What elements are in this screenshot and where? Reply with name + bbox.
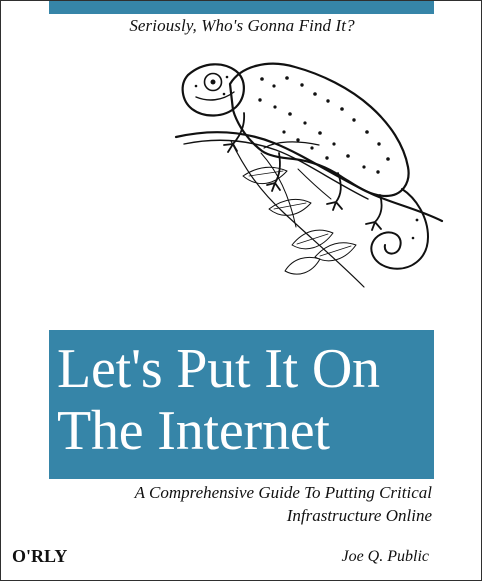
title-line-2: The Internet [57,400,330,462]
author-name: Joe Q. Public [341,548,429,565]
subtitle: A Comprehensive Guide To Putting Critica… [72,481,432,527]
title-block: Let's Put It On The Internet [49,330,434,479]
top-accent-bar [49,1,434,14]
subtitle-line-1: A Comprehensive Guide To Putting Critica… [134,483,432,502]
book-cover: Seriously, Who's Gonna Find It? Let's Pu… [0,0,482,581]
title-line-1: Let's Put It On [57,338,380,400]
chameleon-illustration [174,62,444,288]
subtitle-line-2: Infrastructure Online [286,506,432,525]
publisher-logo: O'RLY [12,546,68,566]
tagline: Seriously, Who's Gonna Find It? [129,16,355,35]
